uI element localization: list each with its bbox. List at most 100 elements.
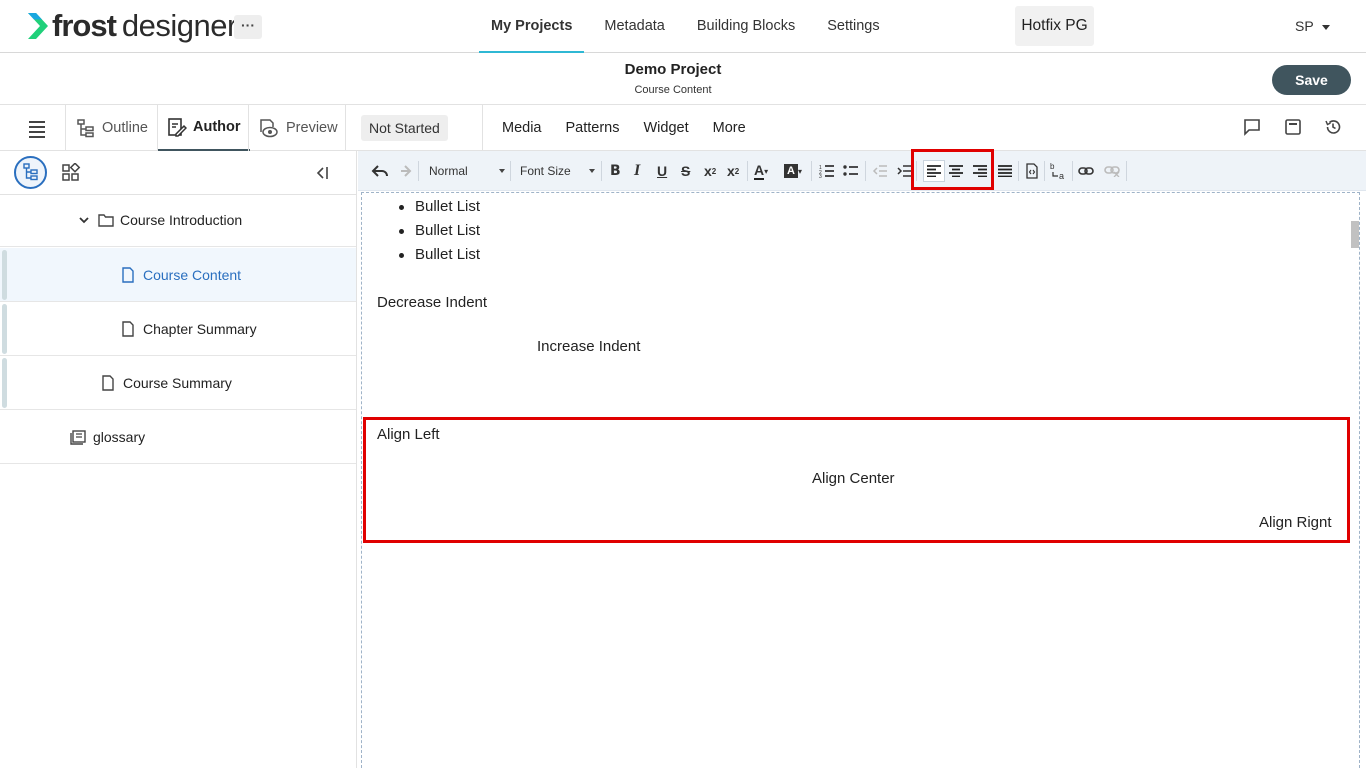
tree-view-icon[interactable] bbox=[14, 156, 47, 189]
italic-icon[interactable]: I bbox=[634, 161, 640, 181]
project-header: Demo Project Course Content Save bbox=[0, 53, 1366, 105]
organization-selector[interactable]: Hotfix PG bbox=[1015, 6, 1094, 46]
tab-preview[interactable]: Preview bbox=[258, 105, 338, 151]
decrease-indent-icon[interactable] bbox=[872, 161, 888, 181]
project-subtitle: Course Content bbox=[634, 84, 712, 96]
dropdown-caret-icon bbox=[499, 169, 505, 173]
tab-author-label: Author bbox=[193, 119, 241, 135]
unlink-icon[interactable] bbox=[1104, 161, 1120, 181]
edit-document-icon bbox=[168, 118, 187, 137]
nav-tab-settings[interactable]: Settings bbox=[815, 0, 891, 53]
insert-tools: Media Patterns Widget More bbox=[490, 105, 758, 151]
project-title: Demo Project bbox=[624, 61, 722, 78]
top-bar: frost designer ··· My Projects Metadata … bbox=[0, 0, 1366, 53]
dropdown-caret-icon bbox=[589, 169, 595, 173]
aligned-text-highlight bbox=[363, 417, 1350, 543]
tool-media[interactable]: Media bbox=[502, 120, 542, 136]
tree-item-chapter-summary[interactable]: Chapter Summary bbox=[0, 302, 356, 356]
tab-outline-label: Outline bbox=[102, 120, 148, 136]
main-nav: My Projects Metadata Building Blocks Set… bbox=[479, 0, 900, 53]
svg-text:3: 3 bbox=[819, 174, 822, 178]
app-more-button[interactable]: ··· bbox=[234, 15, 262, 39]
bullet-dot bbox=[399, 253, 404, 258]
paragraph-style-select[interactable]: Normal bbox=[429, 161, 505, 181]
increase-indent-text: Increase Indent bbox=[537, 338, 641, 355]
outline-tree-icon bbox=[77, 119, 94, 138]
page-icon bbox=[122, 266, 134, 283]
mode-bar: Outline Author Preview Not Started Media… bbox=[0, 105, 1366, 151]
tool-widget[interactable]: Widget bbox=[644, 120, 689, 136]
tab-preview-label: Preview bbox=[286, 120, 338, 136]
redo-icon[interactable] bbox=[394, 161, 412, 181]
subscript-icon[interactable]: x2 bbox=[704, 161, 716, 181]
svg-text:a: a bbox=[1059, 171, 1064, 180]
tree-item-label: Course Content bbox=[143, 266, 242, 283]
collapse-panel-icon[interactable] bbox=[313, 165, 331, 181]
nav-tab-building-blocks[interactable]: Building Blocks bbox=[685, 0, 807, 53]
find-replace-icon[interactable]: ba bbox=[1050, 161, 1068, 181]
decrease-indent-text: Decrease Indent bbox=[377, 294, 488, 311]
tab-outline[interactable]: Outline bbox=[76, 105, 148, 151]
comment-icon[interactable] bbox=[1243, 118, 1261, 136]
tree-item-label: Course Introduction bbox=[120, 211, 243, 228]
tool-more[interactable]: More bbox=[713, 120, 746, 136]
tree-item-course-summary[interactable]: Course Summary bbox=[0, 356, 356, 410]
numbered-list-icon[interactable]: 123 bbox=[819, 161, 835, 181]
bullet-list-item: Bullet List bbox=[415, 198, 481, 215]
user-initials: SP bbox=[1295, 18, 1314, 34]
tree-item-course-introduction[interactable]: Course Introduction bbox=[0, 193, 356, 247]
tree-item-label: Chapter Summary bbox=[143, 320, 257, 337]
editor-toolbar: Normal Font Size B I U S x2 x2 A ▾ A ▾ 123 bbox=[358, 151, 1366, 191]
outline-panel: Course Introduction Course Content Chapt… bbox=[0, 151, 357, 768]
source-code-icon[interactable] bbox=[1025, 161, 1039, 181]
bold-icon[interactable]: B bbox=[610, 161, 621, 181]
editor-scrollbar[interactable] bbox=[1351, 221, 1359, 248]
strikethrough-icon[interactable]: S bbox=[681, 161, 690, 181]
save-button[interactable]: Save bbox=[1272, 65, 1351, 95]
bullet-list-item: Bullet List bbox=[415, 222, 481, 239]
tree-item-course-content[interactable]: Course Content bbox=[0, 248, 356, 302]
panel-icon[interactable] bbox=[1284, 118, 1302, 136]
glossary-icon bbox=[70, 429, 86, 445]
preview-eye-icon bbox=[260, 119, 278, 138]
increase-indent-icon[interactable] bbox=[896, 161, 912, 181]
nav-tab-my-projects[interactable]: My Projects bbox=[479, 0, 585, 53]
page-icon bbox=[102, 374, 114, 391]
nav-tab-metadata[interactable]: Metadata bbox=[592, 0, 676, 53]
superscript-icon[interactable]: x2 bbox=[727, 161, 739, 181]
folder-icon bbox=[98, 213, 114, 227]
user-menu[interactable]: SP bbox=[1295, 18, 1330, 34]
bullet-dot bbox=[399, 229, 404, 234]
font-size-select[interactable]: Font Size bbox=[520, 161, 595, 181]
text-color-icon[interactable]: A ▾ bbox=[754, 161, 768, 181]
logo-text-bold: frost bbox=[52, 8, 117, 43]
outline-panel-header bbox=[0, 151, 356, 195]
bullet-list-item: Bullet List bbox=[415, 246, 481, 263]
paragraph-style-value: Normal bbox=[429, 164, 468, 178]
status-badge[interactable]: Not Started bbox=[361, 115, 448, 141]
tool-patterns[interactable]: Patterns bbox=[566, 120, 620, 136]
svg-text:b: b bbox=[1050, 162, 1055, 171]
page-icon bbox=[122, 320, 134, 337]
history-icon[interactable] bbox=[1324, 118, 1342, 136]
chevron-logo-icon bbox=[28, 13, 48, 39]
bullet-dot bbox=[399, 205, 404, 210]
chevron-down-icon[interactable] bbox=[78, 214, 90, 226]
tab-author[interactable]: Author bbox=[158, 105, 250, 151]
font-size-value: Font Size bbox=[520, 164, 571, 178]
tree-item-label: glossary bbox=[93, 428, 146, 445]
blocks-grid-icon[interactable] bbox=[61, 163, 81, 183]
link-icon[interactable] bbox=[1078, 161, 1094, 181]
background-color-icon[interactable]: A ▾ bbox=[784, 161, 802, 181]
undo-icon[interactable] bbox=[371, 161, 389, 181]
tree-item-glossary[interactable]: glossary bbox=[0, 410, 356, 464]
hamburger-menu-icon[interactable] bbox=[29, 121, 45, 141]
alignment-buttons-highlight bbox=[911, 149, 994, 190]
underline-icon[interactable]: U bbox=[657, 161, 667, 181]
bullet-list-icon[interactable] bbox=[843, 161, 859, 181]
frost-designer-logo[interactable]: frost designer bbox=[26, 8, 237, 44]
logo-text-light: designer bbox=[121, 8, 237, 43]
tree-item-label: Course Summary bbox=[123, 374, 232, 391]
caret-down-icon bbox=[1321, 24, 1330, 30]
align-justify-icon[interactable] bbox=[998, 161, 1012, 181]
